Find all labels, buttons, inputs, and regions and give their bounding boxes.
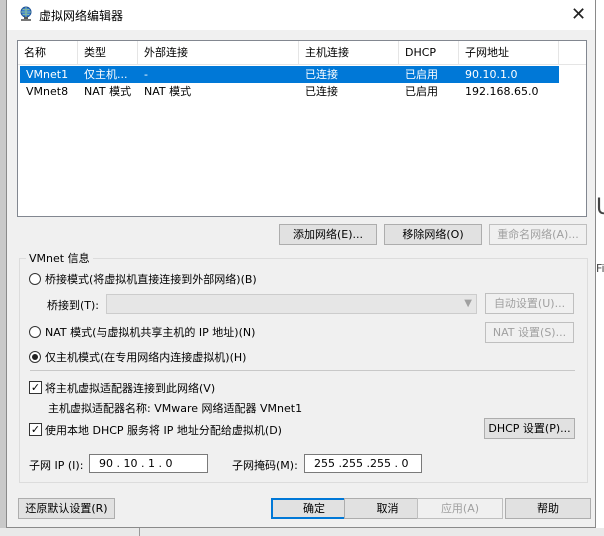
background-text-large: U [596, 195, 604, 220]
virtual-network-editor-dialog: 虚拟网络编辑器 ✕ 名称 类型 外部连接 主机连接 DHCP 子网地址 VMne… [6, 0, 596, 528]
cell-subnet: 90.10.1.0 [465, 68, 518, 81]
host-only-mode-label[interactable]: 仅主机模式(在专用网络内连接虚拟机)(H) [45, 349, 246, 365]
background-window-fragment: U Fi [596, 0, 604, 536]
rename-network-button[interactable]: 重命名网络(A)... [489, 224, 587, 245]
cell-type: 仅主机... [84, 68, 128, 81]
group-separator [30, 370, 575, 371]
column-header-subnet[interactable]: 子网地址 [459, 41, 559, 64]
nat-mode-label[interactable]: NAT 模式(与虚拟机共享主机的 IP 地址)(N) [45, 324, 255, 340]
cell-dhcp: 已启用 [405, 85, 438, 98]
column-header-host[interactable]: 主机连接 [299, 41, 399, 64]
cell-name: VMnet1 [26, 68, 69, 81]
close-icon: ✕ [570, 4, 587, 25]
cell-name: VMnet8 [26, 85, 69, 98]
apply-button[interactable]: 应用(A) [417, 498, 503, 519]
background-text-small: Fi [596, 262, 604, 275]
cell-external: NAT 模式 [144, 85, 192, 98]
cell-host: 已连接 [305, 68, 338, 81]
bridge-to-label: 桥接到(T): [47, 299, 100, 312]
cell-type: NAT 模式 [84, 85, 132, 98]
background-taskbar-fragment [0, 528, 604, 536]
use-dhcp-label[interactable]: 使用本地 DHCP 服务将 IP 地址分配给虚拟机(D) [45, 422, 282, 438]
cell-host: 已连接 [305, 85, 338, 98]
adapter-name-text: 主机虚拟适配器名称: VMware 网络适配器 VMnet1 [48, 402, 303, 415]
column-header-external[interactable]: 外部连接 [138, 41, 299, 64]
cell-subnet: 192.168.65.0 [465, 85, 539, 98]
column-header-name[interactable]: 名称 [18, 41, 78, 64]
column-header-dhcp[interactable]: DHCP [399, 41, 459, 64]
chevron-down-icon: ▼ [464, 298, 472, 309]
connect-host-adapter-label[interactable]: 将主机虚拟适配器连接到此网络(V) [45, 380, 215, 396]
background-divider [139, 528, 140, 536]
restore-defaults-button[interactable]: 还原默认设置(R) [18, 498, 115, 519]
cell-dhcp: 已启用 [405, 68, 438, 81]
dhcp-settings-button[interactable]: DHCP 设置(P)... [484, 418, 575, 439]
subnet-mask-label: 子网掩码(M): [232, 459, 298, 472]
bridge-mode-label[interactable]: 桥接模式(将虚拟机直接连接到外部网络)(B) [45, 271, 257, 287]
subnet-mask-input[interactable]: 255 .255 .255 . 0 [304, 454, 422, 473]
column-header-type[interactable]: 类型 [78, 41, 138, 64]
close-button[interactable]: ✕ [562, 0, 595, 30]
cell-external: - [144, 68, 148, 81]
auto-settings-button[interactable]: 自动设置(U)... [485, 293, 574, 314]
subnet-ip-label: 子网 IP (I): [29, 459, 84, 472]
add-network-button[interactable]: 添加网络(E)... [279, 224, 377, 245]
nat-mode-radio[interactable] [29, 326, 41, 338]
network-globe-icon [20, 6, 32, 21]
network-list-header: 名称 类型 外部连接 主机连接 DHCP 子网地址 [18, 41, 586, 65]
help-button[interactable]: 帮助 [505, 498, 591, 519]
table-row[interactable]: VMnet8 NAT 模式 NAT 模式 已连接 已启用 192.168.65.… [20, 83, 559, 100]
table-row[interactable]: VMnet1 仅主机... - 已连接 已启用 90.10.1.0 [20, 66, 559, 83]
nat-settings-button[interactable]: NAT 设置(S)... [485, 322, 574, 343]
bridge-mode-radio[interactable] [29, 273, 41, 285]
host-only-mode-radio[interactable] [29, 351, 41, 363]
remove-network-button[interactable]: 移除网络(O) [384, 224, 482, 245]
subnet-ip-input[interactable]: 90 . 10 . 1 . 0 [89, 454, 208, 473]
network-list[interactable]: 名称 类型 外部连接 主机连接 DHCP 子网地址 VMnet1 仅主机... … [17, 40, 587, 217]
connect-host-adapter-checkbox[interactable]: ✓ [29, 381, 42, 394]
vmnet-info-label: VMnet 信息 [26, 250, 93, 266]
use-dhcp-checkbox[interactable]: ✓ [29, 423, 42, 436]
bridge-to-select[interactable]: ▼ [106, 294, 477, 314]
title-bar: 虚拟网络编辑器 ✕ [7, 0, 595, 30]
window-title: 虚拟网络编辑器 [39, 9, 124, 23]
